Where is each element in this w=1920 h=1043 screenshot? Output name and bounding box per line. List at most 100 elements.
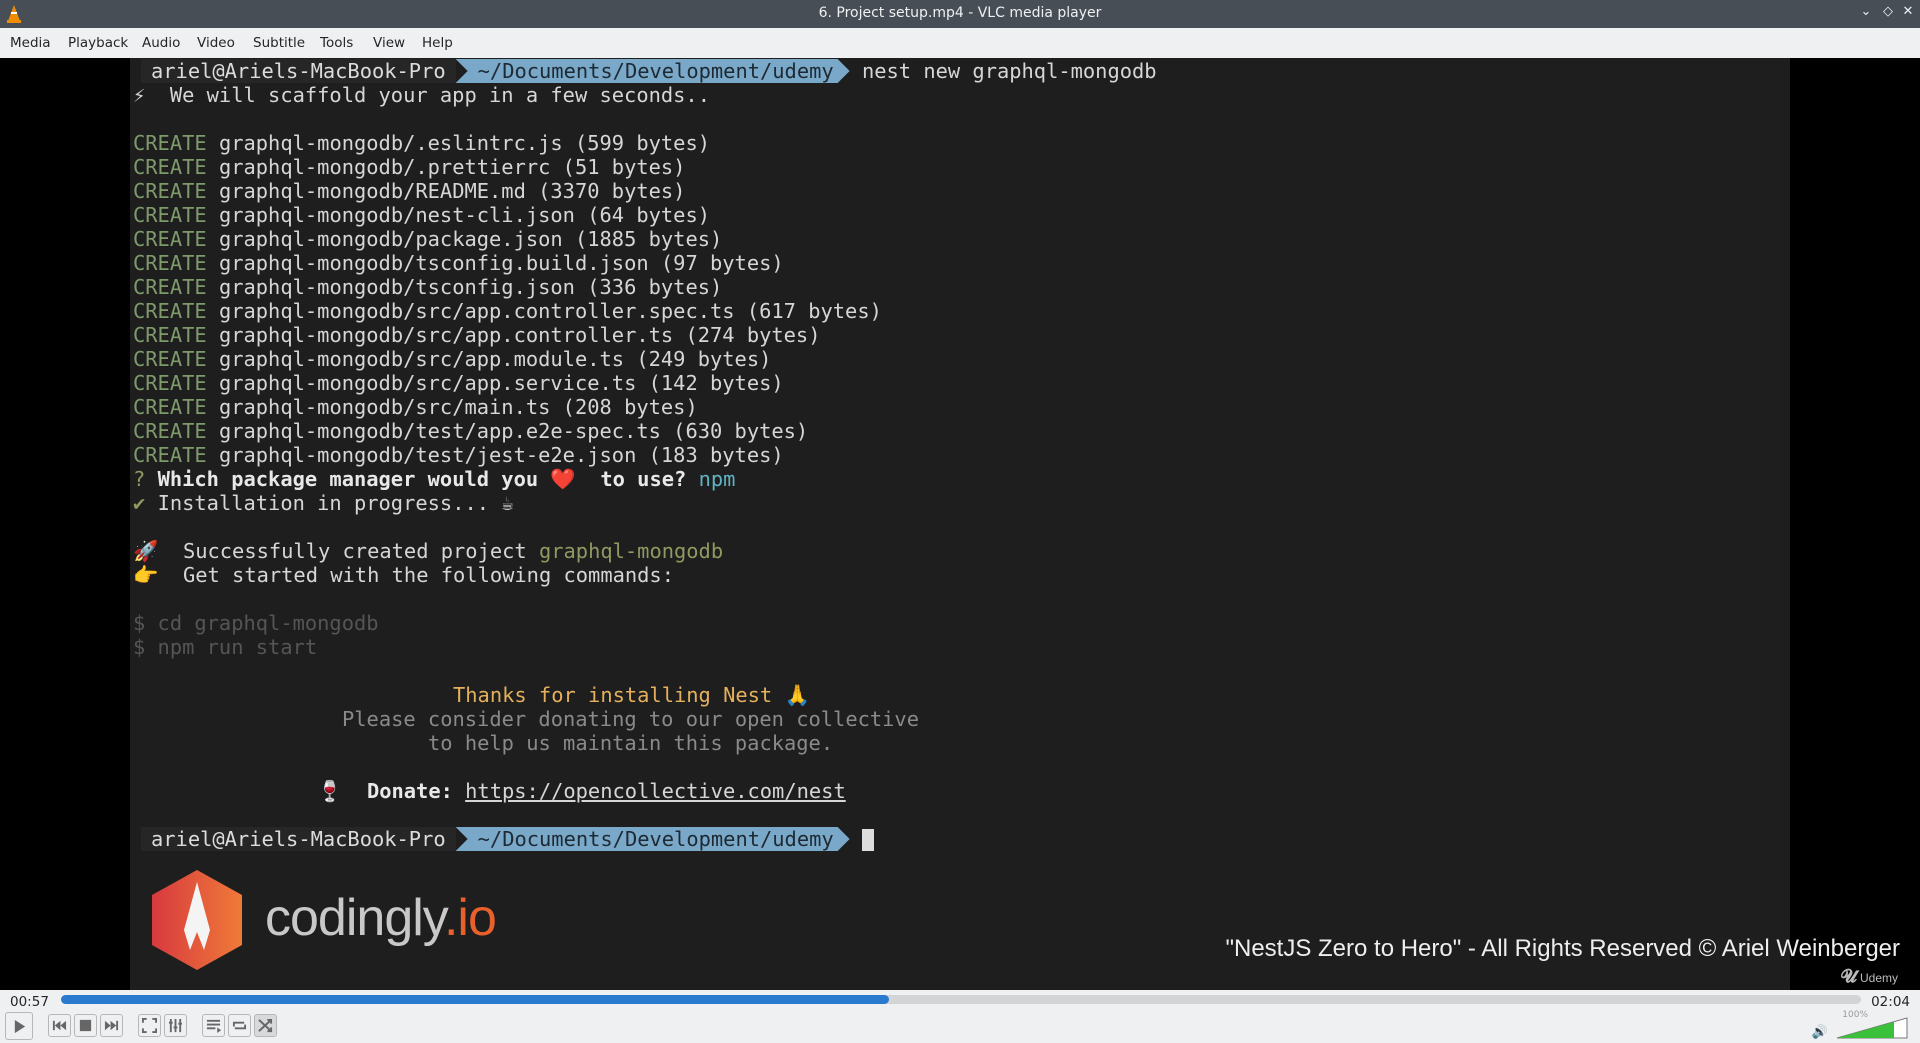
create-path: graphql-mongodb/src/main.ts (208 bytes) xyxy=(218,395,698,419)
success-text: 🚀 Successfully created project xyxy=(133,539,527,563)
create-path: graphql-mongodb/.prettierrc (51 bytes) xyxy=(218,155,686,179)
create-line: CREATE graphql-mongodb/src/main.ts (208 … xyxy=(133,395,698,419)
create-line: CREATE graphql-mongodb/tsconfig.json (33… xyxy=(133,275,722,299)
create-line: CREATE graphql-mongodb/.eslintrc.js (599… xyxy=(133,131,710,155)
create-line: CREATE graphql-mongodb/src/app.controlle… xyxy=(133,323,821,347)
equalizer-icon xyxy=(168,1018,183,1033)
create-label: CREATE xyxy=(133,443,207,467)
speaker-icon[interactable]: 🔊 xyxy=(1812,1025,1828,1040)
shuffle-button[interactable] xyxy=(254,1014,277,1037)
player-controls: 00:57 02:04 🔊 100% xyxy=(0,990,1920,1043)
get-started-line: 👉 Get started with the following command… xyxy=(133,563,674,587)
elapsed-time: 00:57 xyxy=(10,994,49,1010)
thanks-line: Thanks for installing Nest 🙏 xyxy=(453,683,810,707)
loop-button[interactable] xyxy=(228,1014,251,1037)
create-label: CREATE xyxy=(133,419,207,443)
question-mark: ? xyxy=(133,467,146,491)
create-label: CREATE xyxy=(133,347,207,371)
codingly-logo-icon xyxy=(152,870,242,970)
play-button[interactable] xyxy=(5,1012,33,1040)
create-path: graphql-mongodb/src/app.controller.ts (2… xyxy=(218,323,821,347)
codingly-watermark: codingly.io xyxy=(265,888,497,948)
create-label: CREATE xyxy=(133,323,207,347)
udemy-watermark: 𝓤 Udemy xyxy=(1840,966,1898,986)
udemy-label: Udemy xyxy=(1859,971,1898,985)
create-path: graphql-mongodb/tsconfig.build.json (97 … xyxy=(218,251,784,275)
create-line: CREATE graphql-mongodb/nest-cli.json (64… xyxy=(133,203,710,227)
success-line: 🚀 Successfully created project graphql-m… xyxy=(133,539,723,563)
window-title: 6. Project setup.mp4 - VLC media player xyxy=(818,5,1102,21)
title-bar: 6. Project setup.mp4 - VLC media player … xyxy=(0,0,1920,28)
stop-icon xyxy=(79,1019,92,1032)
loop-icon xyxy=(232,1021,247,1030)
menu-audio[interactable]: Audio xyxy=(142,35,180,51)
create-path: graphql-mongodb/package.json (1885 bytes… xyxy=(218,227,723,251)
donate-label: 🍷 Donate: xyxy=(317,779,453,803)
stop-button[interactable] xyxy=(74,1014,97,1037)
project-name: graphql-mongodb xyxy=(538,539,724,563)
brand-tld: .io xyxy=(443,889,497,947)
playlist-icon xyxy=(206,1019,221,1033)
please-line-2: to help us maintain this package. xyxy=(428,731,834,755)
create-path: graphql-mongodb/src/app.module.ts (249 b… xyxy=(218,347,772,371)
menu-subtitle[interactable]: Subtitle xyxy=(253,35,305,51)
play-icon xyxy=(14,1019,25,1033)
create-label: CREATE xyxy=(133,203,207,227)
answer: npm xyxy=(698,467,736,491)
create-line: CREATE graphql-mongodb/README.md (3370 b… xyxy=(133,179,685,203)
menu-playback[interactable]: Playback xyxy=(68,35,128,51)
create-line: CREATE graphql-mongodb/.prettierrc (51 b… xyxy=(133,155,685,179)
seek-progress xyxy=(61,995,889,1004)
close-icon[interactable]: ✕ xyxy=(1898,4,1918,19)
menu-tools[interactable]: Tools xyxy=(320,35,353,51)
maximize-icon[interactable]: ◇ xyxy=(1878,4,1898,19)
create-path: graphql-mongodb/src/app.service.ts (142 … xyxy=(218,371,784,395)
check-icon: ✔ xyxy=(133,491,146,515)
create-line: CREATE graphql-mongodb/tsconfig.build.js… xyxy=(133,251,784,275)
create-path: graphql-mongodb/test/jest-e2e.json (183 … xyxy=(218,443,784,467)
install-line: ✔ Installation in progress... ☕ xyxy=(133,491,514,515)
copyright-text: "NestJS Zero to Hero" - All Rights Reser… xyxy=(1225,935,1900,962)
fullscreen-button[interactable] xyxy=(138,1014,161,1037)
create-path: graphql-mongodb/tsconfig.json (336 bytes… xyxy=(218,275,723,299)
create-line: CREATE graphql-mongodb/src/app.service.t… xyxy=(133,371,784,395)
please-line-1: Please consider donating to our open col… xyxy=(342,707,919,731)
create-label: CREATE xyxy=(133,275,207,299)
menu-video[interactable]: Video xyxy=(197,35,235,51)
create-label: CREATE xyxy=(133,395,207,419)
shuffle-icon xyxy=(258,1018,273,1033)
create-line: CREATE graphql-mongodb/src/app.module.ts… xyxy=(133,347,771,371)
volume-slider[interactable] xyxy=(1836,1017,1908,1039)
create-label: CREATE xyxy=(133,251,207,275)
donate-link: https://opencollective.com/nest xyxy=(465,779,846,803)
create-line: CREATE graphql-mongodb/package.json (188… xyxy=(133,227,722,251)
scaffold-line: ⚡ We will scaffold your app in a few sec… xyxy=(133,83,710,107)
prompt-path: ~/Documents/Development/udemy xyxy=(456,827,850,851)
create-label: CREATE xyxy=(133,371,207,395)
menu-view[interactable]: View xyxy=(373,35,405,51)
menu-media[interactable]: Media xyxy=(10,35,51,51)
create-path: graphql-mongodb/test/app.e2e-spec.ts (63… xyxy=(218,419,809,443)
question-line: ? Which package manager would you ❤️ to … xyxy=(133,467,735,491)
prompt-line-2: ariel@Ariels-MacBook-Pro ~/Documents/Deve… xyxy=(141,827,874,851)
create-path: graphql-mongodb/README.md (3370 bytes) xyxy=(218,179,686,203)
video-area[interactable]: ariel@Ariels-MacBook-Pro ~/Documents/Deve… xyxy=(0,58,1920,990)
previous-button[interactable] xyxy=(48,1014,71,1037)
minimize-icon[interactable]: ⌄ xyxy=(1856,4,1876,19)
extended-settings-button[interactable] xyxy=(164,1014,187,1037)
create-path: graphql-mongodb/nest-cli.json (64 bytes) xyxy=(218,203,711,227)
create-label: CREATE xyxy=(133,131,207,155)
menu-help[interactable]: Help xyxy=(422,35,453,51)
cmd-start: $ npm run start xyxy=(133,635,318,659)
seek-slider[interactable] xyxy=(61,995,1861,1004)
playlist-button[interactable] xyxy=(202,1014,225,1037)
question-text: Which package manager would you ❤️ to us… xyxy=(157,467,687,491)
command: nest new graphql-mongodb xyxy=(861,59,1157,83)
create-label: CREATE xyxy=(133,299,207,323)
total-time: 02:04 xyxy=(1871,994,1910,1010)
fullscreen-icon xyxy=(142,1018,157,1033)
prompt-user: ariel@Ariels-MacBook-Pro xyxy=(141,827,456,851)
next-button[interactable] xyxy=(100,1014,123,1037)
create-path: graphql-mongodb/.eslintrc.js (599 bytes) xyxy=(218,131,711,155)
terminal-frame: ariel@Ariels-MacBook-Pro ~/Documents/Deve… xyxy=(130,58,1790,990)
